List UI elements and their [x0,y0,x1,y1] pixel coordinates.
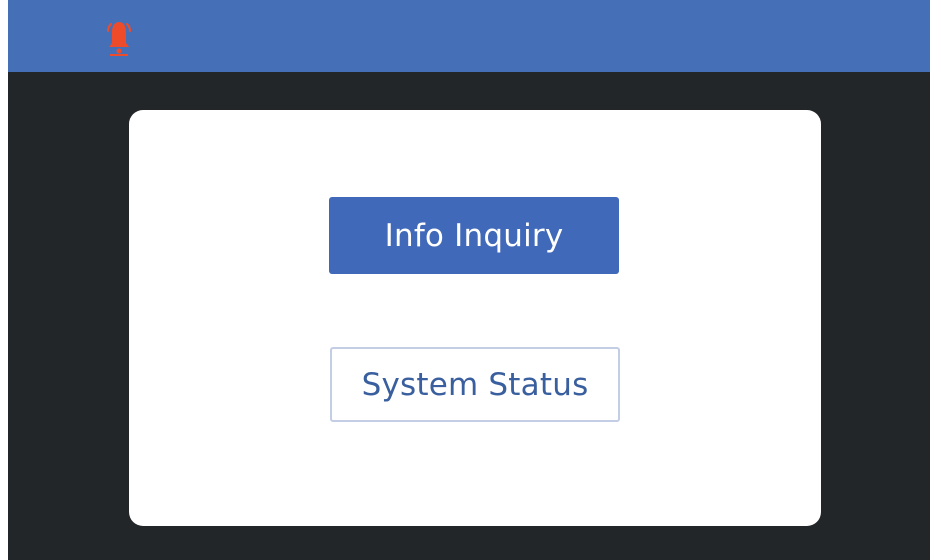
main-menu-panel: Info Inquiry System Status [129,110,821,526]
system-status-button[interactable]: System Status [330,347,620,422]
alarm-bell-graphic [107,22,131,56]
alarm-bell-icon[interactable] [104,18,134,58]
info-inquiry-button[interactable]: Info Inquiry [329,197,619,274]
screen: Info Inquiry System Status [8,0,930,560]
top-bar [8,0,930,72]
